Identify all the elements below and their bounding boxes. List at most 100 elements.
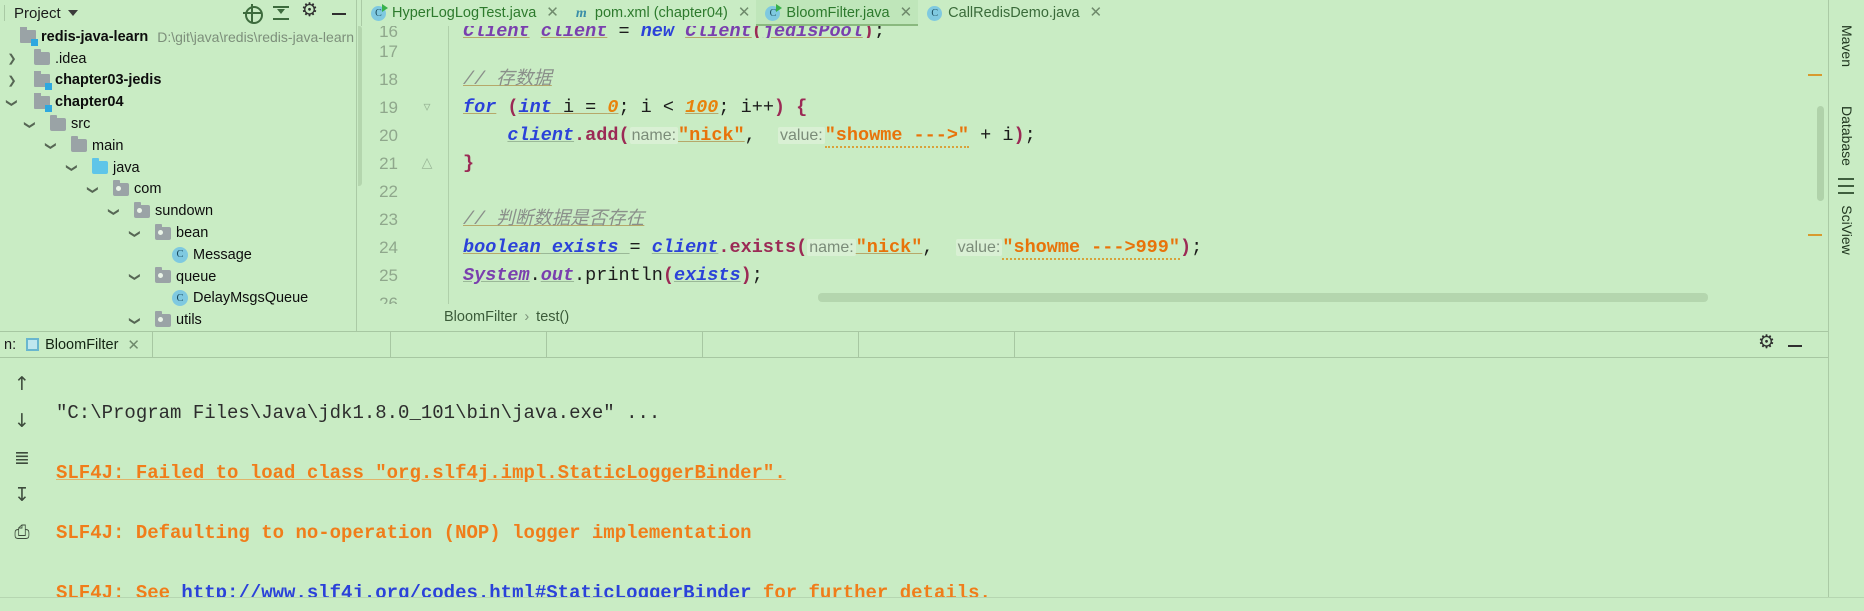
editor-vertical-scrollbar[interactable] [1817, 106, 1824, 201]
soft-wrap-icon[interactable]: ≣ [12, 448, 32, 468]
code-line: 16 Client client = new Client(jedisPool)… [358, 26, 1828, 38]
class-icon: C [172, 246, 188, 263]
module-icon [34, 92, 52, 112]
tree-item-java[interactable]: java [0, 157, 356, 179]
code-line: 21 △ } [358, 150, 1828, 178]
rail-button-maven[interactable]: Maven [1839, 25, 1855, 67]
module-icon [20, 27, 38, 47]
chevron-right-icon[interactable] [4, 52, 20, 65]
editor-tab-callredisdemo[interactable]: C CallRedisDemo.java ✕ [918, 0, 1108, 26]
line-number: 23 [379, 210, 398, 229]
type-int: int [518, 97, 552, 118]
chevron-down-icon[interactable] [127, 314, 143, 327]
grid-icon[interactable] [1838, 178, 1856, 196]
tree-item-idea[interactable]: .idea [0, 48, 356, 70]
editor-tab-pom-xml[interactable]: m pom.xml (chapter04) ✕ [565, 0, 757, 26]
close-icon[interactable]: ✕ [1090, 5, 1103, 20]
breadcrumb-method[interactable]: test() [536, 309, 569, 325]
cond: ; i < [618, 97, 686, 118]
project-tree[interactable]: redis-java-learn D:\git\java\redis\redis… [0, 26, 357, 331]
divider [390, 331, 391, 358]
paren: ) [1180, 237, 1192, 258]
tree-item-queue[interactable]: queue [0, 266, 356, 288]
dot: . [574, 125, 586, 146]
gear-icon[interactable] [1758, 332, 1776, 354]
chevron-down-icon[interactable] [22, 118, 38, 131]
rail-button-sciview[interactable]: SciView [1839, 205, 1855, 255]
editor-tab-bloomfilter[interactable]: C BloomFilter.java ✕ [756, 0, 919, 26]
collapse-all-icon[interactable] [272, 4, 290, 22]
tree-item-main[interactable]: main [0, 135, 356, 157]
hide-icon[interactable] [1786, 336, 1804, 354]
hide-panel-icon[interactable] [330, 4, 348, 22]
tree-item-sundown[interactable]: sundown [0, 200, 356, 222]
settings-gear-icon[interactable] [301, 0, 319, 22]
divider [546, 331, 547, 358]
fold-marker[interactable]: △ [406, 150, 448, 178]
chevron-right-icon[interactable] [4, 74, 20, 87]
rail-button-database[interactable]: Database [1839, 106, 1855, 166]
code-line: 25 System.out.println(exists); [358, 262, 1828, 290]
java-class-icon: C [927, 5, 943, 21]
line-number: 21 [379, 154, 398, 173]
string-showme: "showme --->" [824, 125, 970, 148]
line-number: 22 [379, 182, 398, 201]
console-text: SLF4J: Failed to load class "org.slf4j.i… [56, 462, 786, 484]
close-icon[interactable]: ✕ [900, 5, 913, 20]
console-line: "C:\Program Files\Java\jdk1.8.0_101\bin\… [56, 398, 1828, 428]
param-hint-name: name: [807, 239, 856, 256]
scroll-up-icon[interactable]: ↑ [12, 374, 32, 394]
chevron-down-icon[interactable] [43, 139, 59, 152]
chevron-down-icon[interactable] [106, 205, 122, 218]
tree-item-chapter04[interactable]: chapter04 [0, 91, 356, 113]
var-i: i = [551, 97, 608, 118]
console-line: SLF4J: Defaulting to no-operation (NOP) … [56, 518, 1828, 548]
chevron-down-icon[interactable] [127, 270, 143, 283]
editor-tab-hyperlogogtest[interactable]: C HyperLogLogTest.java ✕ [362, 0, 565, 26]
tree-item-bean[interactable]: bean [0, 222, 356, 244]
breadcrumb-class[interactable]: BloomFilter [444, 309, 517, 325]
status-bar [0, 597, 1864, 611]
chevron-down-icon[interactable] [4, 96, 20, 109]
line-number: 25 [379, 266, 398, 285]
right-tool-rail: Maven Database SciView [1828, 0, 1864, 611]
tree-item-chapter03-jedis[interactable]: chapter03-jedis [0, 70, 356, 92]
tree-item-label: chapter03-jedis [55, 72, 162, 89]
paren: ( [796, 237, 808, 258]
tree-item-utils[interactable]: utils [0, 309, 356, 331]
code-editor[interactable]: 16 Client client = new Client(jedisPool)… [358, 26, 1828, 306]
tree-item-src[interactable]: src [0, 113, 356, 135]
run-config-icon [26, 338, 40, 351]
tree-item-message[interactable]: C Message [0, 244, 356, 266]
code-comment: // 存数据 [463, 69, 552, 90]
chevron-down-icon[interactable] [64, 161, 80, 174]
scroll-to-end-icon[interactable]: ↧ [12, 485, 32, 505]
java-runnable-class-icon: C [765, 3, 783, 21]
comma: , [744, 125, 756, 146]
editor-horizontal-scrollbar[interactable] [818, 293, 1708, 302]
tree-item-redis-java-learn[interactable]: redis-java-learn D:\git\java\redis\redis… [0, 26, 356, 48]
code-comment: // 判断数据是否存在 [463, 209, 645, 230]
var-exists: exists [673, 265, 741, 286]
close-icon[interactable]: ✕ [738, 5, 751, 20]
editor-gutter-marker[interactable] [358, 26, 362, 186]
print-icon[interactable]: ⎙ [12, 522, 32, 542]
chevron-down-icon[interactable] [127, 227, 143, 240]
editor-tab-label: CallRedisDemo.java [948, 5, 1080, 21]
crosshair-icon[interactable] [243, 4, 263, 24]
console-output[interactable]: "C:\Program Files\Java\jdk1.8.0_101\bin\… [44, 358, 1828, 611]
tree-item-label: main [92, 137, 124, 154]
run-tab-bloomfilter[interactable]: BloomFilter ✕ [16, 332, 148, 358]
fold-marker[interactable]: ▿ [406, 94, 448, 122]
tree-item-com[interactable]: com [0, 179, 356, 201]
code-line: 19 ▿ for (int i = 0; i < 100; i++) { [358, 94, 1828, 122]
scroll-down-icon[interactable]: ↓ [12, 411, 32, 431]
run-tool-window: n: BloomFilter ✕ ↑ ↓ ≣ [0, 331, 1828, 611]
close-icon[interactable]: ✕ [127, 336, 140, 354]
chevron-down-icon[interactable] [85, 183, 101, 196]
tree-item-label: java [113, 159, 140, 176]
project-panel-title[interactable]: Project [14, 5, 61, 22]
close-icon[interactable]: ✕ [546, 5, 559, 20]
tree-item-delaymsgsqueue[interactable]: C DelayMsgsQueue [0, 288, 356, 310]
chevron-down-icon[interactable] [67, 10, 78, 16]
